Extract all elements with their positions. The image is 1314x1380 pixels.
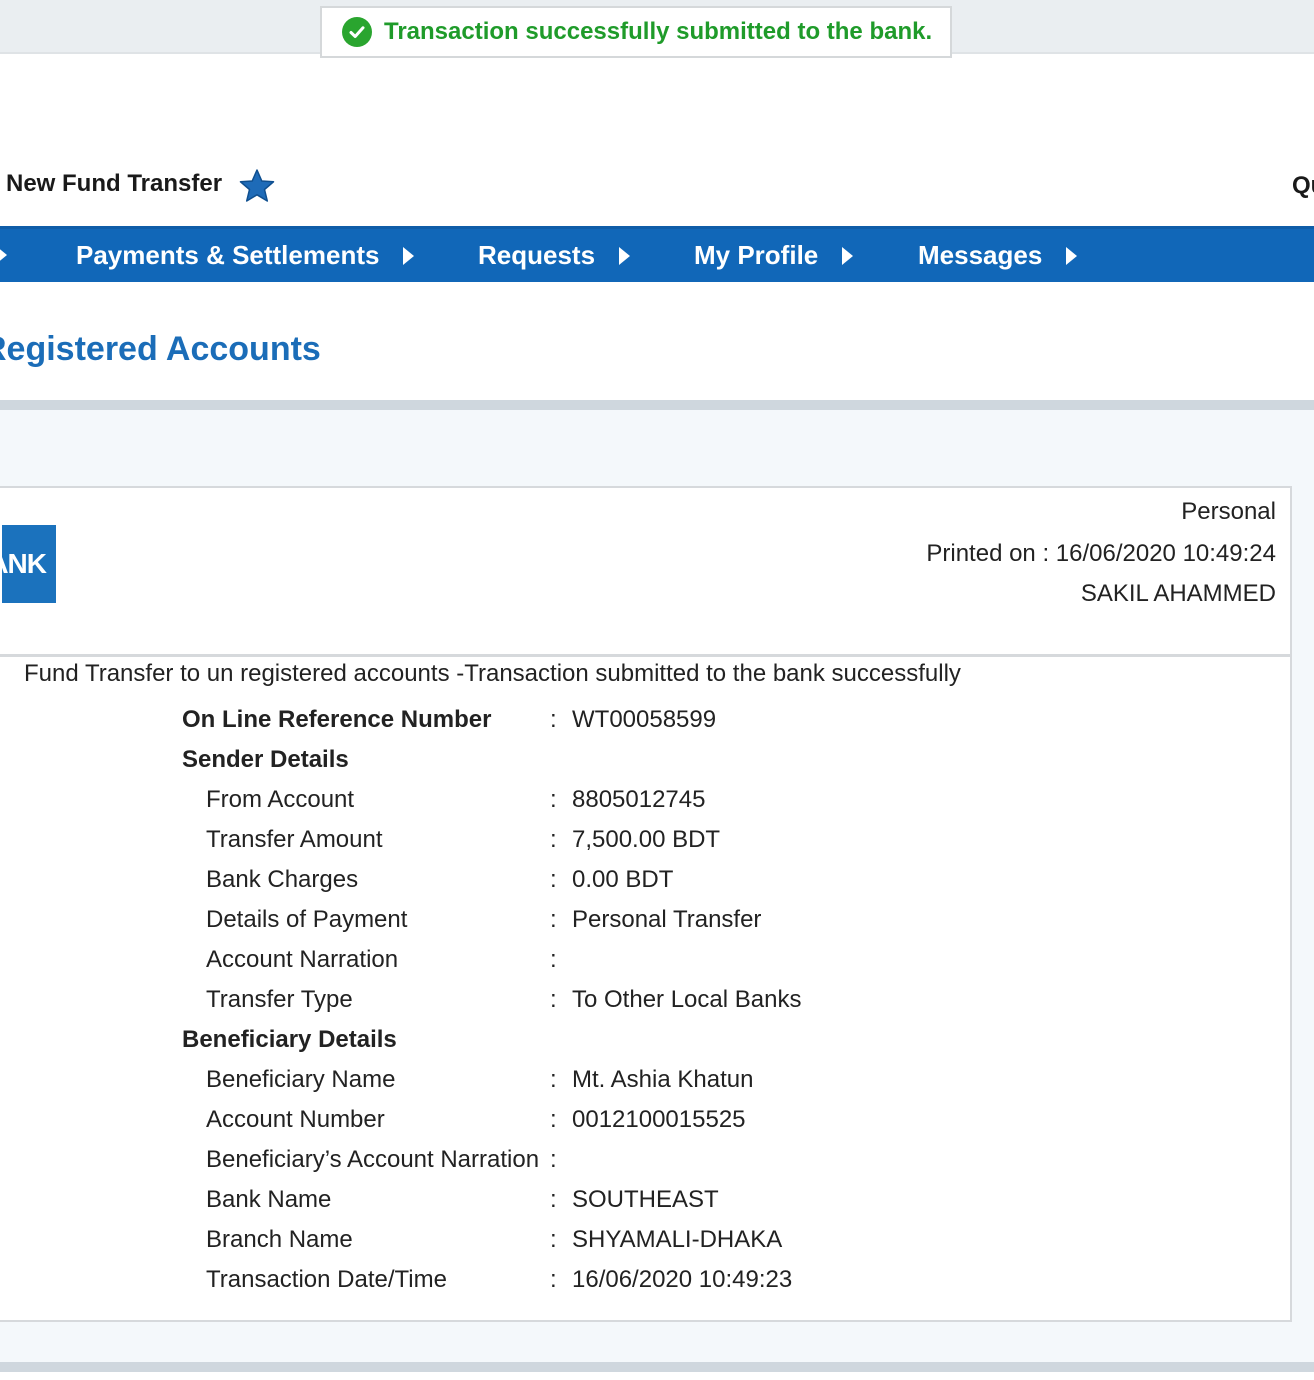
detail-row: Branch Name : SHYAMALI-DHAKA bbox=[0, 1226, 1200, 1256]
detail-row: Transfer Amount : 7,500.00 BDT bbox=[0, 826, 1200, 856]
printed-on: Printed on : 16/06/2020 10:49:24 bbox=[926, 540, 1276, 567]
separator: : bbox=[550, 1266, 557, 1293]
nav-label: My Profile bbox=[694, 240, 819, 270]
toast-message: Transaction successfully submitted to th… bbox=[384, 18, 933, 45]
detail-value: Mt. Ashia Khatun bbox=[572, 1066, 754, 1093]
detail-value: SOUTHEAST bbox=[572, 1186, 719, 1213]
nav-label: Messages bbox=[918, 240, 1043, 270]
check-circle-icon bbox=[342, 17, 372, 47]
sender-heading-row: Sender Details bbox=[0, 746, 1200, 776]
sender-heading: Sender Details bbox=[182, 746, 349, 773]
detail-value: Personal Transfer bbox=[572, 906, 762, 933]
detail-value: 0012100015525 bbox=[572, 1106, 746, 1133]
detail-row: Transfer Type : To Other Local Banks bbox=[0, 986, 1200, 1016]
detail-value: To Other Local Banks bbox=[572, 986, 802, 1013]
chevron-right-icon bbox=[842, 246, 854, 265]
page-title: New Fund Transfer bbox=[6, 170, 223, 197]
bank-logo: ANK bbox=[2, 525, 56, 603]
detail-value: 7,500.00 BDT bbox=[572, 826, 721, 853]
separator: : bbox=[550, 986, 557, 1013]
detail-label: Transaction Date/Time bbox=[206, 1266, 447, 1293]
reference-value: WT00058599 bbox=[572, 706, 717, 733]
account-type: Personal bbox=[1181, 498, 1276, 525]
detail-label: Bank Charges bbox=[206, 866, 359, 893]
separator: : bbox=[550, 706, 557, 733]
reference-row: On Line Reference Number : WT00058599 bbox=[0, 706, 1200, 736]
detail-row: Account Number : 0012100015525 bbox=[0, 1106, 1200, 1136]
section-title: Registered Accounts bbox=[0, 330, 321, 368]
nav-label: Requests bbox=[478, 240, 596, 270]
detail-value: 0.00 BDT bbox=[572, 866, 674, 893]
nav-arrow-icon bbox=[0, 246, 7, 264]
divider bbox=[0, 654, 1290, 657]
detail-label: Branch Name bbox=[206, 1226, 353, 1253]
chevron-right-icon bbox=[1066, 246, 1078, 265]
detail-row: Bank Charges : 0.00 BDT bbox=[0, 866, 1200, 896]
separator: : bbox=[550, 1186, 557, 1213]
detail-value: 8805012745 bbox=[572, 786, 706, 813]
detail-label: Beneficiary’s Account Narration bbox=[206, 1146, 540, 1173]
detail-row: From Account : 8805012745 bbox=[0, 786, 1200, 816]
detail-label: Details of Payment bbox=[206, 906, 408, 933]
detail-row: Details of Payment : Personal Transfer bbox=[0, 906, 1200, 936]
separator: : bbox=[550, 826, 557, 853]
chevron-right-icon bbox=[403, 246, 415, 265]
detail-row: Beneficiary’s Account Narration : bbox=[0, 1146, 1200, 1176]
chevron-right-icon bbox=[619, 246, 631, 265]
detail-row: Bank Name : SOUTHEAST bbox=[0, 1186, 1200, 1216]
separator: : bbox=[550, 1106, 557, 1133]
detail-label: Transfer Amount bbox=[206, 826, 383, 853]
nav-label: Payments & Settlements bbox=[76, 240, 380, 270]
detail-label: Bank Name bbox=[206, 1186, 332, 1213]
separator: : bbox=[550, 1066, 557, 1093]
detail-label: Transfer Type bbox=[206, 986, 353, 1013]
nav-requests[interactable]: Requests bbox=[478, 229, 631, 282]
reference-label: On Line Reference Number bbox=[182, 706, 492, 733]
separator: : bbox=[550, 866, 557, 893]
nav-payments-settlements[interactable]: Payments & Settlements bbox=[76, 229, 415, 282]
customer-name: SAKIL AHAMMED bbox=[1080, 580, 1276, 607]
nav-my-profile[interactable]: My Profile bbox=[694, 229, 854, 282]
quick-link[interactable]: Qu bbox=[1292, 172, 1314, 200]
detail-value: 16/06/2020 10:49:23 bbox=[572, 1266, 793, 1293]
separator: : bbox=[550, 1226, 557, 1253]
detail-row: Beneficiary Name : Mt. Ashia Khatun bbox=[0, 1066, 1200, 1096]
detail-label: Account Number bbox=[206, 1106, 385, 1133]
separator: : bbox=[550, 1146, 557, 1173]
star-icon[interactable] bbox=[238, 168, 276, 204]
detail-label: From Account bbox=[206, 786, 355, 813]
separator: : bbox=[550, 946, 557, 973]
divider bbox=[0, 400, 1314, 410]
beneficiary-heading: Beneficiary Details bbox=[182, 1026, 397, 1053]
nav-messages[interactable]: Messages bbox=[918, 229, 1078, 282]
detail-row: Transaction Date/Time : 16/06/2020 10:49… bbox=[0, 1266, 1200, 1296]
beneficiary-heading-row: Beneficiary Details bbox=[0, 1026, 1200, 1056]
detail-label: Account Narration bbox=[206, 946, 399, 973]
success-toast: Transaction successfully submitted to th… bbox=[320, 6, 952, 58]
separator: : bbox=[550, 786, 557, 813]
divider bbox=[0, 1362, 1314, 1372]
separator: : bbox=[550, 906, 557, 933]
detail-value: SHYAMALI-DHAKA bbox=[572, 1226, 783, 1253]
main-nav: Payments & Settlements Requests My Profi… bbox=[0, 226, 1314, 282]
transaction-summary: Fund Transfer to un registered accounts … bbox=[24, 660, 961, 687]
detail-row: Account Narration : bbox=[0, 946, 1200, 976]
detail-label: Beneficiary Name bbox=[206, 1066, 396, 1093]
